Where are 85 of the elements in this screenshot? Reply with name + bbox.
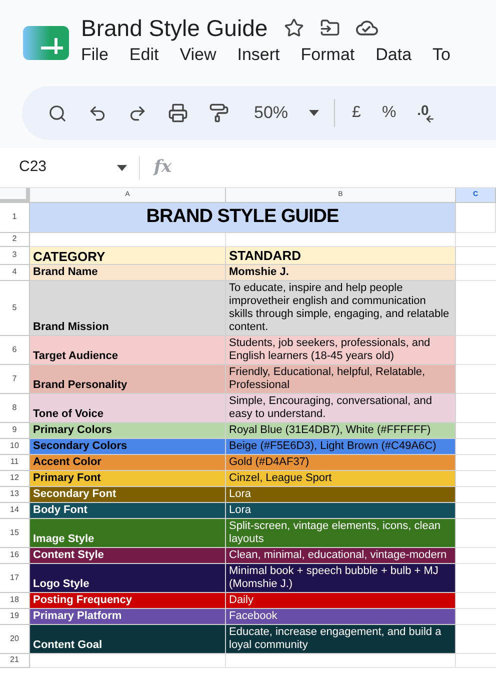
standard-cell: Beige (#F5E6D3), Light Brown (#C49A6C) <box>226 438 456 454</box>
standard-cell: To educate, inspire and help people improvetheir english and communication skills through simple, engaging, and relatable content. <box>226 280 456 336</box>
percent-button[interactable]: % <box>382 101 396 125</box>
search-icon[interactable] <box>48 104 67 122</box>
row-number[interactable]: 6 <box>12 344 17 356</box>
redo-icon[interactable] <box>128 104 147 122</box>
category-cell: Brand Personality <box>30 364 226 394</box>
document-title[interactable]: Brand Style Guide <box>81 14 268 42</box>
spreadsheet-logo[interactable] <box>23 26 69 60</box>
standard-cell: Lora <box>226 502 456 518</box>
category-cell: Secondary Colors <box>30 438 226 454</box>
category-cell: Content Style <box>30 548 226 564</box>
row-number[interactable]: 19 <box>10 610 19 622</box>
folder-icon[interactable] <box>320 18 340 38</box>
row-number[interactable]: 20 <box>10 632 19 644</box>
standard-cell: Momshie J. <box>226 264 456 280</box>
standard-cell: Royal Blue (31E4DB7), White (#FFFFFF) <box>226 422 456 438</box>
standard-cell: Minimal book + speech bubble + bulb + MJ (Momshie J.) <box>226 564 456 592</box>
empty-cell[interactable] <box>226 654 456 668</box>
select-all-corner[interactable] <box>0 188 30 203</box>
standard-cell: Friendly, Educational, helpful, Relatable, Professional <box>226 364 456 394</box>
zoom-value[interactable]: 50% <box>254 100 288 126</box>
menu-item[interactable]: File <box>81 44 108 66</box>
category-cell: Body Font <box>30 502 226 518</box>
menu-item[interactable]: To <box>432 44 451 66</box>
menu-item[interactable]: Data <box>376 44 412 66</box>
row-number[interactable]: 10 <box>10 440 19 452</box>
row-number[interactable]: 1 <box>12 211 17 224</box>
undo-icon[interactable] <box>88 104 107 122</box>
category-cell: Brand Mission <box>30 280 226 336</box>
paint-format-icon[interactable] <box>209 103 229 123</box>
row-number[interactable]: 15 <box>10 526 19 538</box>
category-cell: Primary Platform <box>30 608 226 624</box>
category-cell: Tone of Voice <box>30 394 226 422</box>
standard-cell: Educate, increase engagement, and build a loyal community <box>226 624 456 654</box>
category-cell: CATEGORY <box>30 246 226 264</box>
currency-button[interactable]: £ <box>352 101 361 125</box>
title-cell: BRAND STYLE GUIDE <box>30 203 456 232</box>
row-number[interactable]: 17 <box>10 572 19 584</box>
standard-cell: Daily <box>226 592 456 608</box>
category-cell: Primary Font <box>30 470 226 486</box>
row-number[interactable]: 7 <box>12 372 17 384</box>
print-icon[interactable] <box>168 103 188 123</box>
category-cell: Logo Style <box>30 564 226 592</box>
standard-cell: Cinzel, League Sport <box>226 470 456 486</box>
standard-cell: Simple, Encouraging, conversational, and easy to understand. <box>226 394 456 422</box>
category-cell: Target Audience <box>30 336 226 364</box>
category-cell: Content Goal <box>30 624 226 654</box>
row-number[interactable]: 13 <box>10 488 19 500</box>
cell-reference[interactable]: C23 <box>0 156 117 179</box>
menu-item[interactable]: Edit <box>129 44 159 66</box>
decrease-decimal-button[interactable]: .0 <box>417 102 429 118</box>
row-number[interactable]: 18 <box>10 594 19 606</box>
category-cell: Primary Colors <box>30 422 226 438</box>
category-cell: Brand Name <box>30 264 226 280</box>
standard-cell: Students, job seekers, professionals, and English learners (18-45 years old) <box>226 336 456 364</box>
row-number[interactable]: 14 <box>10 504 19 516</box>
category-cell: Secondary Font <box>30 486 226 502</box>
row-number[interactable]: 9 <box>12 424 17 436</box>
function-label: fx <box>154 156 172 179</box>
row-number[interactable]: 12 <box>10 472 19 484</box>
row-number[interactable]: 3 <box>12 249 17 261</box>
menu-item[interactable]: Insert <box>237 44 280 66</box>
menu-item[interactable]: View <box>180 44 216 66</box>
row-number[interactable]: 16 <box>10 549 19 561</box>
row-number[interactable]: 11 <box>10 456 19 468</box>
standard-cell: Gold (#D4AF37) <box>226 454 456 470</box>
standard-cell: Clean, minimal, educational, vintage-modern <box>226 548 456 564</box>
row-number[interactable]: 2 <box>12 233 17 245</box>
zoom-caret-icon <box>309 110 320 116</box>
row-number[interactable]: 5 <box>12 302 17 314</box>
category-cell: Accent Color <box>30 454 226 470</box>
menu-item[interactable]: Format <box>300 44 355 66</box>
row-number[interactable]: 21 <box>10 654 19 666</box>
name-box-caret-icon <box>117 164 127 170</box>
category-cell: Posting Frequency <box>30 592 226 608</box>
star-icon[interactable] <box>284 18 304 38</box>
category-cell: Image Style <box>30 518 226 548</box>
standard-cell: Facebook <box>226 608 456 624</box>
standard-cell: Lora <box>226 486 456 502</box>
standard-cell: Split-screen, vintage elements, icons, clean layouts <box>226 518 456 548</box>
standard-cell: STANDARD <box>226 246 456 264</box>
arrow-left-icon <box>424 114 435 124</box>
row-number[interactable]: 8 <box>12 402 17 414</box>
row-number[interactable]: 4 <box>12 266 17 278</box>
